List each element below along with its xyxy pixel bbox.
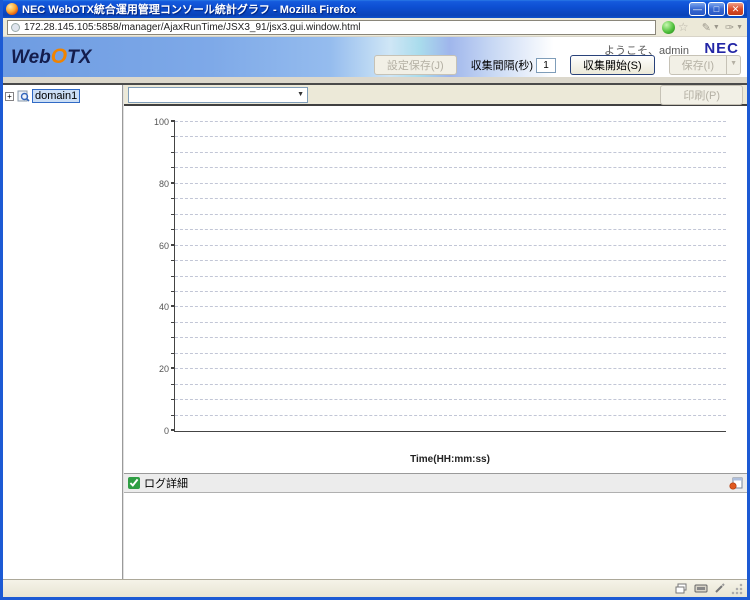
print-button[interactable]: 印刷(P)	[660, 85, 743, 105]
metric-selector[interactable]: ▼	[128, 87, 308, 103]
title-bar: NEC WebOTX統合運用管理コンソール統計グラフ - Mozilla Fir…	[3, 0, 747, 18]
chevron-down-icon: ▼	[713, 24, 720, 31]
webotx-logo: WebOTX	[11, 45, 91, 69]
statistics-chart: 020406080100 Time(HH:mm:ss)	[124, 106, 747, 474]
status-bar	[3, 579, 747, 597]
log-detail-label: ログ詳細	[144, 475, 188, 491]
window-title: NEC WebOTX統合運用管理コンソール統計グラフ - Mozilla Fir…	[22, 1, 687, 17]
tree-node-label[interactable]: domain1	[32, 89, 80, 103]
log-popup-icon[interactable]	[729, 477, 743, 490]
log-content-area	[124, 493, 747, 579]
console-icon[interactable]	[694, 584, 708, 593]
log-detail-bar: ログ詳細	[124, 474, 747, 493]
log-detail-checkbox[interactable]	[128, 477, 140, 489]
x-axis-label: Time(HH:mm:ss)	[174, 454, 726, 465]
edit-icon: ✎	[702, 21, 711, 34]
logo-o-swoosh: O	[51, 45, 67, 68]
clip-tool-dropdown[interactable]: ✑ ▼	[725, 21, 743, 34]
app-header: WebOTX ようこそ、admin NEC 設定保存(J) 収集間隔(秒) 収集…	[3, 37, 747, 77]
browser-window: NEC WebOTX統合運用管理コンソール統計グラフ - Mozilla Fir…	[0, 0, 750, 600]
tree-expander-icon[interactable]: +	[5, 92, 14, 101]
page-icon	[11, 23, 20, 32]
save-button[interactable]: 保存(I)	[669, 55, 727, 75]
edit-tool-dropdown[interactable]: ✎ ▼	[702, 21, 720, 34]
bookmark-star-icon[interactable]: ☆	[678, 21, 689, 34]
save-dropdown-arrow[interactable]: ▼	[727, 55, 741, 75]
interval-label: 収集間隔(秒)	[471, 57, 533, 73]
collection-controls: 設定保存(J) 収集間隔(秒) 収集開始(S) 保存(I) ▼	[374, 55, 741, 75]
interval-input[interactable]	[536, 58, 556, 73]
graph-toolbar: ▼ 印刷(P)	[124, 85, 747, 106]
minimize-button[interactable]: —	[689, 2, 706, 16]
header-divider	[3, 77, 747, 85]
chevron-down-icon: ▼	[297, 91, 304, 98]
firefox-icon	[6, 3, 18, 15]
save-settings-button[interactable]: 設定保存(J)	[374, 55, 457, 75]
clip-icon: ✑	[725, 21, 734, 34]
maximize-button[interactable]: □	[708, 2, 725, 16]
save-group: 保存(I) ▼	[669, 55, 741, 75]
chevron-down-icon: ▼	[736, 24, 743, 31]
start-collect-button[interactable]: 収集開始(S)	[570, 55, 655, 75]
graph-panel: ▼ 印刷(P) 020406080100 Time(HH:mm:ss) ログ詳細	[123, 85, 747, 579]
close-button[interactable]: ✕	[727, 2, 744, 16]
go-button[interactable]	[662, 21, 675, 34]
domain-magnifier-icon	[17, 90, 30, 103]
address-toolbar: 172.28.145.105:5858/manager/AjaxRunTime/…	[3, 18, 747, 37]
content-area: + domain1 ▼ 印刷(P) 020406080100 Time(HH:m…	[3, 85, 747, 579]
plot-area: 020406080100	[174, 122, 726, 432]
tree-node-domain1[interactable]: + domain1	[5, 89, 120, 103]
address-field[interactable]: 172.28.145.105:5858/manager/AjaxRunTime/…	[7, 20, 656, 35]
address-url: 172.28.145.105:5858/manager/AjaxRunTime/…	[24, 22, 361, 33]
domain-tree-panel: + domain1	[3, 85, 123, 579]
resize-grip[interactable]	[731, 583, 743, 595]
windows-stack-icon[interactable]	[675, 583, 688, 594]
edit-pencil-icon[interactable]	[714, 583, 725, 594]
